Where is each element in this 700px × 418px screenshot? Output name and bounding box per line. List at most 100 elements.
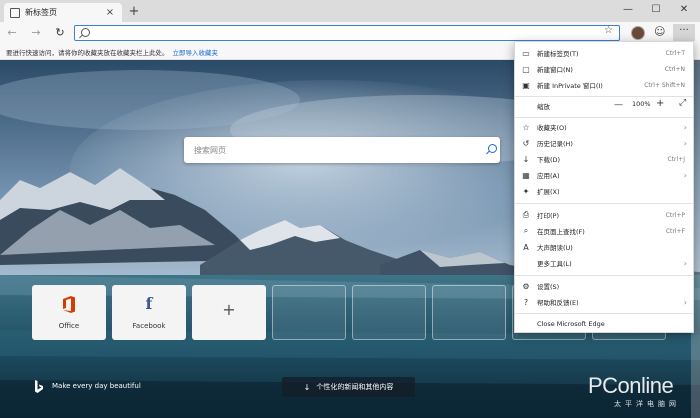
plus-icon: + (222, 300, 236, 319)
favorites-bar-message: 要进行快速访问，请将你的收藏夹放在收藏夹栏上此处。 (6, 48, 169, 57)
menu-item-label: 大声朗读(U) (537, 244, 573, 252)
menu-item-settings[interactable]: ⚙ 设置(S) (515, 278, 693, 294)
arrow-down-icon: ↓ (303, 382, 311, 392)
read-aloud-icon: A (523, 242, 529, 252)
personalized-news-button[interactable]: ↓ 个性化的新闻和其他内容 (282, 377, 415, 397)
menu-item-extensions[interactable]: ✦ 扩展(X) (515, 183, 693, 199)
pconline-watermark: PConline (588, 373, 674, 398)
menu-item-history[interactable]: ↺ 历史记录(H) › (515, 135, 693, 151)
extensions-icon: ✦ (522, 186, 530, 196)
menu-separator (515, 275, 693, 276)
search-icon[interactable] (488, 144, 497, 153)
chevron-right-icon: › (683, 138, 687, 148)
profile-avatar[interactable] (631, 26, 645, 40)
menu-item-label: 收藏夹(O) (537, 124, 567, 132)
menu-item-label: 新建 InPrivate 窗口(I) (537, 82, 603, 90)
refresh-button[interactable]: ↻ (52, 25, 68, 41)
menu-item-more-tools[interactable]: 更多工具(L) › (515, 255, 693, 271)
menu-item-zoom: 缩放 (515, 98, 693, 114)
minimize-button[interactable]: — (614, 0, 642, 22)
tab-new-tab[interactable]: 新标签页 × (4, 3, 122, 22)
tile-office[interactable]: Office (32, 285, 106, 340)
settings-icon: ⚙ (522, 281, 530, 291)
menu-item-downloads[interactable]: ↓ 下载(D) Ctrl+J (515, 151, 693, 167)
menu-item-close-edge[interactable]: Close Microsoft Edge (515, 316, 693, 332)
menu-item-label: 打印(P) (537, 212, 559, 220)
back-button[interactable]: ← (4, 25, 20, 41)
menu-separator (515, 117, 693, 118)
menu-item-label: 帮助和反馈(E) (537, 299, 579, 307)
menu-item-label: 扩展(X) (537, 188, 560, 196)
inprivate-icon: ▣ (522, 80, 530, 90)
new-tab-icon: ▭ (522, 48, 530, 58)
web-search-input[interactable] (194, 143, 464, 157)
tab-page-icon (10, 7, 20, 18)
address-bar[interactable] (74, 25, 620, 41)
find-icon: ⌕ (523, 226, 529, 235)
favorites-icon: ☆ (522, 122, 530, 132)
menu-item-new-inprivate[interactable]: ▣ 新建 InPrivate 窗口(I) Ctrl+ Shift+N (515, 77, 693, 93)
menu-item-find-on-page[interactable]: ⌕ 在页面上查找(F) Ctrl+F (515, 223, 693, 239)
settings-menu: ▭ 新建标签页(T) Ctrl+T ▢ 新建窗口(N) Ctrl+N ▣ 新建 … (514, 41, 694, 333)
settings-more-button[interactable]: ··· (673, 24, 695, 41)
bing-tagline: Make every day beautiful (52, 382, 141, 390)
tab-title: 新标签页 (25, 8, 57, 17)
favorite-star-icon[interactable]: ☆ (604, 25, 613, 36)
apps-icon: ▦ (522, 170, 530, 180)
web-search-box[interactable] (184, 137, 500, 163)
chevron-right-icon: › (683, 122, 687, 132)
tile-label: Office (58, 322, 80, 330)
menu-item-shortcut: Ctrl+J (667, 155, 685, 163)
chevron-right-icon: › (683, 170, 687, 180)
menu-item-label: 应用(A) (537, 172, 560, 180)
menu-item-shortcut: Ctrl+F (665, 227, 685, 235)
import-favorites-link[interactable]: 立即导入收藏夹 (173, 47, 219, 57)
tile-empty (432, 285, 506, 340)
menu-item-new-window[interactable]: ▢ 新建窗口(N) Ctrl+N (515, 61, 693, 77)
help-icon: ? (523, 297, 529, 307)
zoom-level: 100% (632, 100, 651, 108)
tile-empty (352, 285, 426, 340)
menu-item-label: 下载(D) (537, 156, 561, 164)
menu-item-label: 新建标签页(T) (537, 50, 579, 58)
menu-item-print[interactable]: ⎙ 打印(P) Ctrl+P (515, 207, 693, 223)
menu-item-label: 历史记录(H) (537, 140, 573, 148)
menu-item-shortcut: Ctrl+P (665, 211, 685, 219)
maximize-button[interactable]: ☐ (642, 0, 670, 22)
tile-add-site[interactable]: + (192, 285, 266, 340)
facebook-icon: f (145, 294, 153, 313)
menu-separator (515, 313, 693, 314)
menu-item-label: 新建窗口(N) (537, 66, 573, 74)
menu-item-help-feedback[interactable]: ? 帮助和反馈(E) › (515, 294, 693, 310)
menu-item-new-tab[interactable]: ▭ 新建标签页(T) Ctrl+T (515, 45, 693, 61)
office-icon (63, 296, 75, 313)
bing-icon[interactable] (34, 380, 44, 394)
menu-item-read-aloud[interactable]: A 大声朗读(U) (515, 239, 693, 255)
close-window-button[interactable]: ✕ (670, 0, 698, 22)
title-bar: 新标签页 × + — ☐ ✕ (0, 0, 700, 22)
menu-item-shortcut: Ctrl+ Shift+N (644, 81, 685, 89)
new-window-icon: ▢ (522, 64, 530, 74)
new-tab-button[interactable]: + (126, 4, 142, 20)
zoom-in-button[interactable]: + (656, 98, 664, 109)
address-search-icon (81, 28, 90, 37)
download-icon: ↓ (522, 154, 530, 164)
tile-empty (272, 285, 346, 340)
menu-separator (515, 96, 693, 97)
history-icon: ↺ (522, 138, 530, 148)
tile-label: Facebook (132, 322, 166, 330)
news-button-label: 个性化的新闻和其他内容 (316, 383, 394, 391)
feedback-emoji-icon[interactable]: ☺ (654, 25, 665, 38)
forward-button[interactable]: → (28, 25, 44, 41)
chevron-right-icon: › (683, 258, 687, 268)
menu-item-label: 更多工具(L) (537, 260, 572, 268)
tab-close-icon[interactable]: × (104, 7, 116, 18)
zoom-out-button[interactable]: — (614, 100, 623, 110)
menu-item-label: Close Microsoft Edge (537, 320, 605, 328)
fullscreen-icon[interactable]: ⤢ (679, 98, 686, 108)
menu-item-favorites[interactable]: ☆ 收藏夹(O) › (515, 119, 693, 135)
menu-separator (515, 203, 693, 204)
tile-facebook[interactable]: f Facebook (112, 285, 186, 340)
menu-item-apps[interactable]: ▦ 应用(A) › (515, 167, 693, 183)
menu-item-label: 设置(S) (537, 283, 560, 291)
